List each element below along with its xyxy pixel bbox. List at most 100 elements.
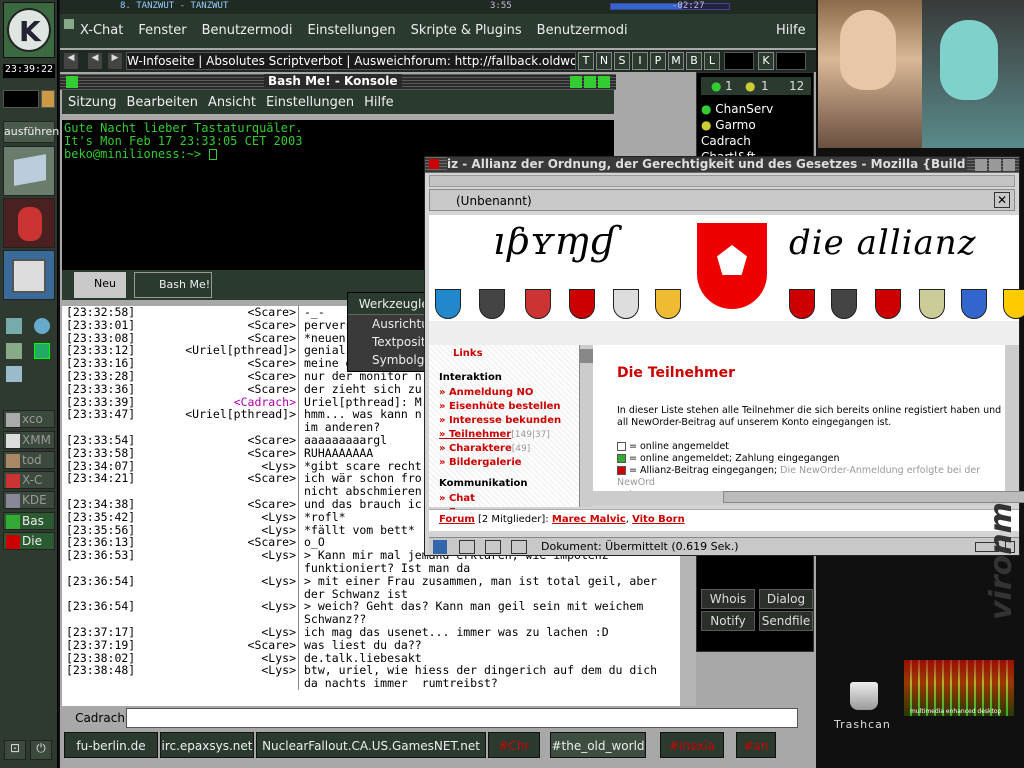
mode-button[interactable]: K — [758, 52, 774, 70]
guild-shield-icon[interactable] — [789, 289, 815, 319]
mode-button[interactable]: P — [650, 52, 666, 70]
user-action-button[interactable]: Notify — [701, 611, 755, 631]
mozilla-titlebar[interactable]: iz - Allianz der Ordnung, der Gerechtigk… — [425, 157, 1019, 173]
channel-tab[interactable]: #the_old_world — [550, 732, 646, 758]
chat-nick[interactable]: <Scare> — [172, 472, 298, 485]
nav-link[interactable]: » Interesse bekunden — [439, 413, 561, 427]
mode-button[interactable]: I — [632, 52, 648, 70]
konsole-icon[interactable] — [66, 76, 78, 88]
chat-nick[interactable] — [172, 677, 298, 690]
channel-tab[interactable]: #Chr — [488, 732, 540, 758]
mode-button[interactable]: N — [596, 52, 612, 70]
chat-nick[interactable]: <Lys> — [172, 549, 298, 562]
nav-link[interactable]: » Bildergalerie — [439, 455, 561, 469]
footer-member-link[interactable]: Marec Malvic — [552, 514, 626, 525]
app-icon-1[interactable] — [6, 318, 22, 334]
toolbar-grippy[interactable] — [429, 175, 1015, 187]
footer-member-link[interactable]: Vito Born — [632, 514, 685, 525]
guild-shield-icon[interactable] — [875, 289, 901, 319]
footer-forum-link[interactable]: Forum — [439, 514, 475, 525]
user-list-item[interactable]: ● ChanServ — [701, 101, 773, 117]
chat-nick[interactable]: <Scare> — [172, 498, 298, 511]
konsole-menu-item[interactable]: Ansicht — [208, 95, 256, 110]
menu-item[interactable]: Fenster — [138, 23, 186, 38]
chat-nick[interactable]: <Scare> — [172, 434, 298, 447]
network-icon[interactable] — [6, 366, 22, 382]
taskbar-item[interactable]: X-C — [3, 471, 55, 489]
chat-nick[interactable]: <Uriel[pthread]> — [172, 408, 298, 421]
guild-shield-icon[interactable] — [655, 289, 681, 319]
taskbar-item[interactable]: XMM — [3, 431, 55, 449]
nav-link[interactable]: » Anmeldung NO — [439, 385, 561, 399]
limit-input[interactable] — [724, 52, 754, 70]
channel-tab[interactable]: #inexia — [660, 732, 724, 758]
konsole-titlebar[interactable]: Bash Me! - Konsole — [60, 74, 616, 90]
arrow-right2-icon[interactable]: ▶ — [108, 53, 122, 69]
chat-nick[interactable]: <Scare> — [172, 370, 298, 383]
desktop-pager[interactable] — [3, 90, 39, 108]
konsole-menu-item[interactable]: Hilfe — [364, 95, 394, 110]
guild-shield-icon[interactable] — [613, 289, 639, 319]
chat-nick[interactable]: <Scare> — [172, 306, 298, 319]
trashcan-icon[interactable] — [850, 682, 878, 710]
chat-nick[interactable]: <Scare> — [172, 318, 298, 332]
guild-shield-icon[interactable] — [831, 289, 857, 319]
control-center-icon[interactable] — [3, 250, 55, 300]
guild-shield-icon[interactable] — [479, 289, 505, 319]
nav-link[interactable]: » Chat — [439, 491, 561, 505]
chat-nick[interactable]: <Lys> — [172, 626, 298, 639]
minimize-icon[interactable] — [975, 159, 987, 171]
guild-shield-icon[interactable] — [525, 289, 551, 319]
kde-menu-button[interactable]: K — [3, 2, 55, 58]
nav-link[interactable]: » Teilnehmer[149|37] — [439, 427, 561, 441]
chat-nick[interactable]: <Scare> — [172, 446, 298, 460]
channel-tab[interactable]: NuclearFallout.CA.US.GamesNET.net — [256, 732, 486, 758]
window-menu-icon[interactable] — [64, 19, 74, 29]
close-tab-icon[interactable]: ✕ — [994, 192, 1010, 208]
key-input[interactable] — [776, 52, 806, 70]
taskbar-item[interactable]: KDE — [3, 491, 55, 509]
guild-shield-icon[interactable] — [435, 289, 461, 319]
volume-bar[interactable] — [610, 3, 730, 10]
taskbar-item[interactable]: Bas — [3, 512, 55, 530]
taskbar-item[interactable]: Die — [3, 532, 55, 550]
mode-button[interactable]: B — [686, 52, 702, 70]
lock-screen-icon[interactable]: ⊡ — [4, 740, 26, 760]
konsole-menu-item[interactable]: Bearbeiten — [127, 95, 198, 110]
menu-item[interactable]: Skripte & Plugins — [411, 23, 522, 38]
chat-nick[interactable]: <Scare> — [172, 382, 298, 396]
lock-icon[interactable] — [41, 90, 55, 108]
logout-icon[interactable]: ⏻ — [30, 740, 52, 760]
user-action-button[interactable]: Whois — [701, 589, 755, 609]
chat-nick[interactable] — [172, 613, 298, 626]
chat-input[interactable] — [126, 708, 798, 728]
terminal-icon[interactable] — [34, 343, 50, 359]
user-action-button[interactable]: Sendfile — [759, 611, 813, 631]
nav-link[interactable]: » Eisenhüte bestellen — [439, 399, 561, 413]
user-list-item[interactable]: ● Garmo — [701, 117, 773, 133]
taskbar-item[interactable]: xco — [3, 410, 55, 428]
browser-tab[interactable]: (Unbenannt) — [434, 192, 634, 210]
menu-item[interactable]: Benutzermodi — [202, 23, 293, 38]
navigator-icon[interactable] — [433, 540, 447, 554]
chat-nick[interactable]: <Scare> — [172, 638, 298, 652]
home-icon[interactable] — [6, 343, 22, 359]
chat-nick[interactable]: <Lys> — [172, 664, 298, 677]
menu-help[interactable]: Hilfe — [776, 23, 806, 38]
content-vscrollbar[interactable] — [1005, 345, 1019, 491]
mode-button[interactable]: T — [578, 52, 594, 70]
mode-button[interactable]: M — [668, 52, 684, 70]
minimize-icon[interactable] — [570, 76, 582, 88]
addressbook-icon[interactable] — [511, 540, 527, 554]
arrow-left-icon[interactable]: ◀ — [64, 53, 78, 69]
menu-item[interactable]: Einstellungen — [307, 23, 395, 38]
mode-button[interactable]: S — [614, 52, 630, 70]
konsole-menu-item[interactable]: Sitzung — [68, 95, 117, 110]
game-launcher-icon[interactable] — [3, 198, 55, 248]
close-icon[interactable] — [1003, 159, 1015, 171]
run-button[interactable]: ausführen — [3, 121, 59, 143]
session-tab[interactable]: Bash Me! — [134, 272, 212, 298]
nav-link[interactable]: » Charaktere[49] — [439, 441, 561, 455]
mode-button[interactable]: L — [704, 52, 720, 70]
topic-input[interactable] — [126, 52, 576, 70]
